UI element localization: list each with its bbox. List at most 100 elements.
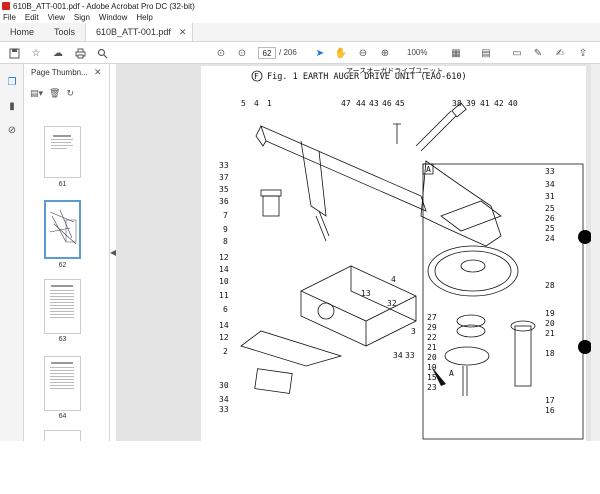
callout: 4 <box>391 275 396 284</box>
binder-hole-icon <box>578 230 592 244</box>
inset-label: A <box>426 165 431 174</box>
callout: 41 <box>480 99 490 108</box>
callout: 22 <box>427 333 437 342</box>
top-cover-part <box>440 200 502 232</box>
thumbnail-panel-header: Page Thumbn... ✕ <box>24 64 109 81</box>
callout: 30 <box>219 381 229 390</box>
menu-sign[interactable]: Sign <box>74 13 90 22</box>
upload-cloud-icon[interactable]: ☁ <box>51 46 65 60</box>
save-icon[interactable] <box>7 46 21 60</box>
page-thumbnails-icon[interactable]: ❐ <box>6 76 18 88</box>
zoom-out-icon[interactable]: ⊖ <box>356 46 370 60</box>
callout: 17 <box>545 396 555 405</box>
callout: 16 <box>545 406 555 415</box>
shaft-lower-part <box>462 366 468 396</box>
scroll-mode-icon[interactable]: ▤ <box>479 46 493 60</box>
base-edge-part <box>365 320 417 347</box>
callout: 9 <box>223 225 228 234</box>
callout: 13 <box>361 289 371 298</box>
delete-page-icon[interactable]: 🗑 <box>49 88 60 99</box>
print-icon[interactable] <box>73 46 87 60</box>
callout: 14 <box>219 265 229 274</box>
callout: 1 <box>267 99 272 108</box>
menu-edit[interactable]: Edit <box>25 13 39 22</box>
zoom-in-icon[interactable]: ⊕ <box>378 46 392 60</box>
tab-bar: Home Tools 610B_ATT-001.pdf ✕ <box>0 23 600 42</box>
menu-window[interactable]: Window <box>99 13 127 22</box>
auger-shaft-part <box>514 325 532 387</box>
callout: 20 <box>545 319 555 328</box>
callout: 35 <box>219 185 229 194</box>
callout: 33 <box>219 161 229 170</box>
close-panel-icon[interactable]: ✕ <box>94 67 102 78</box>
close-tab-icon[interactable]: ✕ <box>179 27 187 38</box>
page-number-input[interactable]: 62 <box>258 47 276 59</box>
menu-help[interactable]: Help <box>136 13 152 22</box>
motor-cap-part <box>260 189 282 197</box>
tab-home[interactable]: Home <box>0 23 44 41</box>
callout: 15 <box>427 373 437 382</box>
callout: 47 <box>341 99 351 108</box>
callout: 43 <box>369 99 379 108</box>
toolbar: ☆ ☁ ⊙ ⊙ 62 / 206 ➤ ✋ ⊖ ⊕ 100% ▦ ▤ ▭ ✎ ✍ … <box>0 42 600 64</box>
thumbnail-page-63[interactable] <box>44 279 81 334</box>
tab-document[interactable]: 610B_ATT-001.pdf ✕ <box>85 23 194 41</box>
callout: 10 <box>219 277 229 286</box>
thumbnail-panel-title: Page Thumbn... <box>31 68 88 77</box>
document-scrollbar[interactable] <box>591 64 600 441</box>
bookmarks-icon[interactable]: ▮ <box>6 100 18 112</box>
callout: 5 <box>241 99 246 108</box>
figure-letter: F <box>254 72 259 81</box>
callout: 23 <box>427 383 437 392</box>
thumbnail-page-64[interactable] <box>44 356 81 411</box>
callout: 27 <box>427 313 437 322</box>
thumbnail-label-62: 62 <box>58 262 67 269</box>
callout: 8 <box>223 237 228 246</box>
callout: 19 <box>545 309 555 318</box>
thumbnail-label-61: 61 <box>58 181 67 188</box>
base-side-part <box>300 291 367 347</box>
title-bar: 610B_ATT-001.pdf - Adobe Acrobat Pro DC … <box>0 0 600 12</box>
callout: 39 <box>466 99 476 108</box>
callout: 38 <box>452 99 462 108</box>
callout: 34 <box>545 180 555 189</box>
callout: 24 <box>545 234 555 243</box>
bookmark-star-icon[interactable]: ☆ <box>29 46 43 60</box>
previous-page-icon[interactable]: ⊙ <box>214 46 228 60</box>
highlight-pen-icon[interactable]: ✎ <box>531 46 545 60</box>
comment-icon[interactable]: ▭ <box>510 46 524 60</box>
menu-view[interactable]: View <box>48 13 65 22</box>
thumbnail-label-64: 64 <box>58 413 67 420</box>
thumbnail-page-62[interactable] <box>44 200 81 259</box>
rotate-page-icon[interactable]: ↻ <box>66 88 74 99</box>
attachments-icon[interactable]: ⊘ <box>6 124 18 136</box>
motor-part <box>262 195 280 217</box>
callout: 36 <box>219 197 229 206</box>
thumbnail-page-61[interactable] <box>44 126 81 178</box>
sign-icon[interactable]: ✍ <box>553 46 567 60</box>
callout: 26 <box>545 214 555 223</box>
bracket-part <box>300 140 327 217</box>
tab-tools[interactable]: Tools <box>44 23 85 41</box>
auger-drive-parts <box>240 102 502 394</box>
next-page-icon[interactable]: ⊙ <box>235 46 249 60</box>
thumbnail-options-icon[interactable]: ▤▾ <box>30 88 43 99</box>
callout: 21 <box>427 343 437 352</box>
hub-part <box>460 259 486 273</box>
select-cursor-icon[interactable]: ➤ <box>313 46 327 60</box>
zoom-level-select[interactable]: 100% <box>407 48 427 57</box>
callout: 28 <box>545 281 555 290</box>
thumbnail-panel: Page Thumbn... ✕ ▤▾ 🗑 ↻ 61 62 63 64 <box>24 64 124 441</box>
callout: 42 <box>494 99 504 108</box>
search-icon[interactable] <box>95 46 109 60</box>
hand-tool-icon[interactable]: ✋ <box>334 46 348 60</box>
sprocket-part <box>427 245 519 297</box>
menu-file[interactable]: File <box>3 13 16 22</box>
thumbnail-page-65[interactable] <box>44 430 81 441</box>
cylinder-part <box>315 210 330 242</box>
share-icon[interactable]: ⇪ <box>576 46 590 60</box>
page-fit-icon[interactable]: ▦ <box>449 46 463 60</box>
thumbnail-tools: ▤▾ 🗑 ↻ <box>30 88 80 99</box>
callout: 14 <box>219 321 229 330</box>
callout: 33 <box>219 405 229 414</box>
